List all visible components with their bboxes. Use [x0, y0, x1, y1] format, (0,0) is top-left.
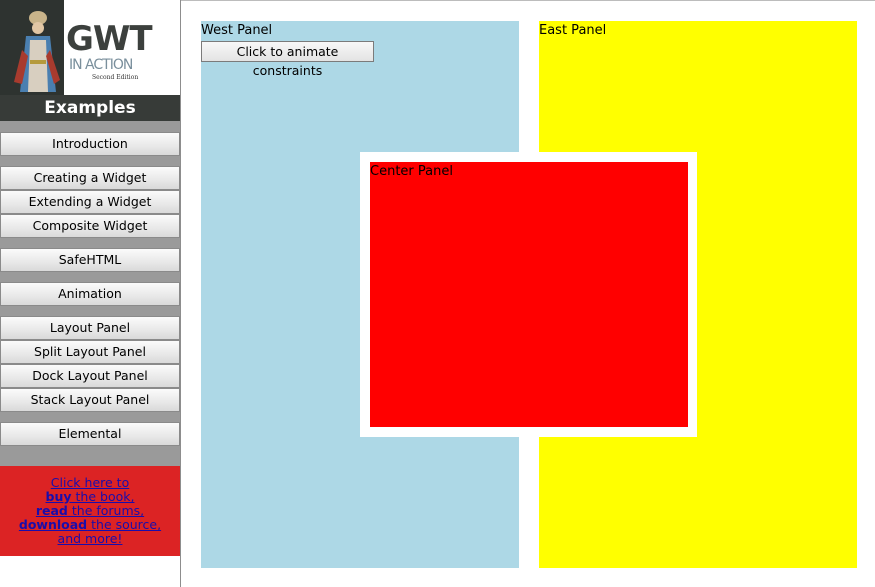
nav-item-creating-a-widget[interactable]: Creating a Widget: [0, 166, 180, 190]
animate-constraints-button[interactable]: Click to animate constraints: [201, 41, 374, 78]
center-panel: Center Panel: [370, 162, 688, 427]
nav-item-composite-widget[interactable]: Composite Widget: [0, 214, 180, 238]
promo-read-rest: the forums,: [67, 503, 145, 518]
promo-line-1: Click here to: [50, 475, 130, 490]
promo-line-5: and more!: [57, 531, 123, 546]
nav-item-extending-a-widget[interactable]: Extending a Widget: [0, 190, 180, 214]
sidebar-nav: Introduction Creating a Widget Extending…: [0, 121, 180, 466]
logo-edition: Second Edition: [92, 74, 139, 81]
promo-download-rest: the source,: [87, 517, 162, 532]
nav-item-safehtml[interactable]: SafeHTML: [0, 248, 180, 272]
promo-buy-rest: the book,: [71, 489, 135, 504]
logo-title: GWT: [66, 19, 153, 59]
nav-item-stack-layout-panel[interactable]: Stack Layout Panel: [0, 388, 180, 412]
nav-item-elemental[interactable]: Elemental: [0, 422, 180, 446]
promo-link[interactable]: Click here to buy the book, read the for…: [19, 475, 161, 546]
nav-item-layout-panel[interactable]: Layout Panel: [0, 316, 180, 340]
nav-item-split-layout-panel[interactable]: Split Layout Panel: [0, 340, 180, 364]
nav-item-introduction[interactable]: Introduction: [0, 132, 180, 156]
west-panel-label: West Panel: [201, 23, 273, 38]
nav-item-dock-layout-panel[interactable]: Dock Layout Panel: [0, 364, 180, 388]
sidebar-heading: Examples: [0, 95, 180, 121]
logo-subtitle: IN ACTION: [69, 57, 133, 73]
center-panel-label: Center Panel: [370, 164, 453, 179]
promo-buy: buy: [45, 489, 72, 504]
east-panel-label: East Panel: [539, 23, 607, 38]
sidebar: GWT IN ACTION Second Edition Examples In…: [0, 0, 180, 587]
nav-item-animation[interactable]: Animation: [0, 282, 180, 306]
sidebar-divider: [180, 0, 181, 587]
promo-read: read: [35, 503, 68, 518]
gwt-in-action-logo: GWT IN ACTION Second Edition: [0, 0, 180, 96]
promo-download: download: [18, 517, 88, 532]
promo-box: Click here to buy the book, read the for…: [0, 466, 180, 556]
